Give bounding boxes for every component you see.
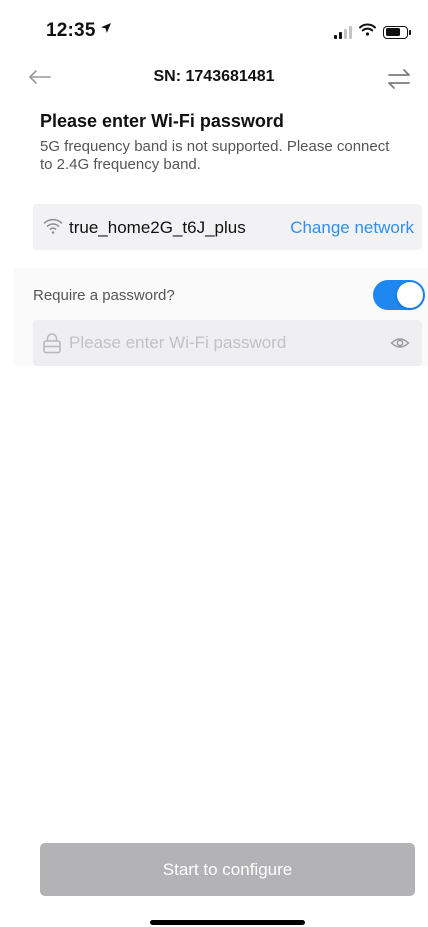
change-network-link[interactable]: Change network [290, 218, 414, 238]
password-input[interactable] [69, 320, 379, 366]
switch-mode-button[interactable] [382, 62, 416, 96]
wifi-status-icon [359, 23, 376, 41]
status-time: 12:35 [46, 20, 112, 42]
cellular-signal-icon [334, 25, 352, 39]
wifi-icon [43, 218, 63, 234]
status-time-text: 12:35 [46, 20, 96, 41]
toggle-knob [397, 282, 423, 308]
require-password-toggle[interactable] [373, 280, 425, 310]
start-configure-button[interactable]: Start to configure [40, 843, 415, 896]
require-password-label: Require a password? [33, 287, 175, 304]
home-indicator[interactable] [150, 920, 305, 925]
swap-arrows-icon [388, 69, 410, 89]
section-heading: Please enter Wi-Fi password [40, 111, 284, 131]
network-ssid: true_home2G_t6J_plus [69, 218, 246, 237]
location-arrow-icon [100, 21, 112, 37]
battery-icon [383, 25, 411, 39]
nav-bar: SN: 1743681481 [0, 58, 428, 96]
eye-icon[interactable] [390, 334, 410, 352]
page-title: SN: 1743681481 [153, 68, 275, 85]
password-panel: Require a password? [14, 268, 428, 366]
status-bar: 12:35 [0, 0, 428, 58]
lock-icon [43, 333, 61, 354]
frequency-notice: 5G frequency band is not supported. Plea… [40, 138, 390, 173]
selected-network-card: true_home2G_t6J_plus Change network [33, 204, 422, 250]
password-field[interactable] [33, 320, 422, 366]
status-icons [334, 23, 411, 41]
